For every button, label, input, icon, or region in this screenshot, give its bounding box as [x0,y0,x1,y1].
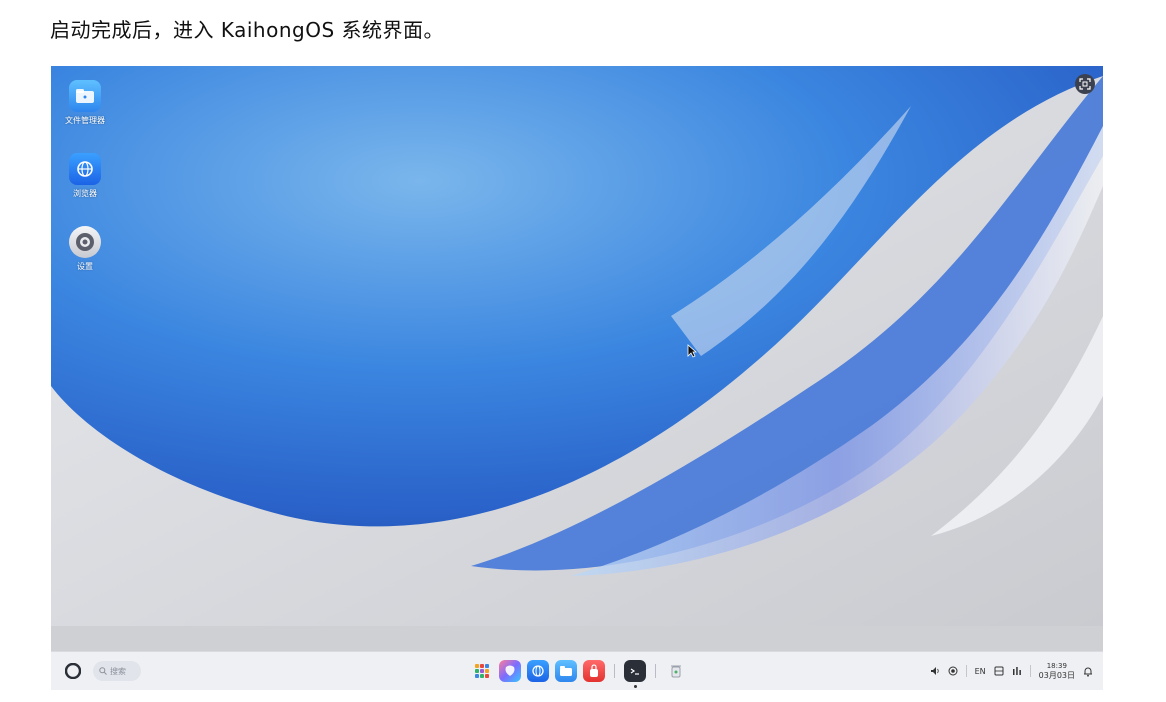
store-icon [590,664,598,677]
start-menu-button[interactable] [65,663,81,679]
browser-button[interactable] [527,660,549,682]
clock-date: 03月03日 [1038,671,1075,680]
desktop-icon-browser[interactable]: 浏览器 [55,153,115,199]
desktop-icon-label: 浏览器 [73,189,97,198]
terminal-icon [630,668,639,675]
folder-icon [69,80,101,112]
running-indicator [634,685,637,688]
desktop-icon-file-manager[interactable]: 文件管理器 [55,80,115,126]
notification-bell-icon[interactable] [1083,666,1093,677]
clock-time: 18:39 [1046,662,1067,670]
os-screen: 文件管理器 浏览器 设置 搜索 EN 18:39 03月03日 [51,66,1103,690]
tray-separator [1029,665,1031,677]
taskbar-search[interactable]: 搜索 [93,661,141,681]
system-tray: EN 18:39 03月03日 [930,660,1093,682]
terminal-button[interactable] [624,660,646,688]
record-icon[interactable] [948,666,958,676]
volume-icon[interactable] [930,666,940,676]
app-grid-button[interactable] [471,660,493,682]
dock-separator [655,664,656,678]
gear-icon [69,226,101,258]
mouse-cursor-icon [687,344,697,358]
screenshot-button[interactable] [1075,74,1095,94]
file-manager-icon [560,666,572,676]
search-icon [99,667,107,675]
document-caption: 启动完成后，进入 KaihongOS 系统界面。 [50,18,445,42]
input-method-indicator[interactable]: EN [975,667,986,676]
browser-icon [532,665,544,677]
assistant-button[interactable] [499,660,521,682]
desktop-wallpaper [51,66,1103,626]
display-icon[interactable] [994,666,1004,676]
search-placeholder: 搜索 [110,666,126,676]
trash-button[interactable] [665,660,687,682]
globe-icon [69,153,101,185]
trash-icon [671,665,681,678]
network-icon[interactable] [1012,666,1022,676]
store-button[interactable] [583,660,605,682]
assistant-icon [505,665,515,676]
desktop-icon-settings[interactable]: 设置 [55,226,115,272]
desktop-icon-label: 设置 [77,262,93,271]
dock [471,657,687,688]
taskbar: 搜索 EN 18:39 03月03日 [51,651,1103,690]
desktop-icon-label: 文件管理器 [65,116,105,125]
app-grid-icon [475,664,489,678]
file-manager-button[interactable] [555,660,577,682]
clock[interactable]: 18:39 03月03日 [1039,662,1075,680]
dock-separator [614,664,615,678]
tray-separator [965,665,967,677]
screenshot-icon [1079,78,1091,90]
